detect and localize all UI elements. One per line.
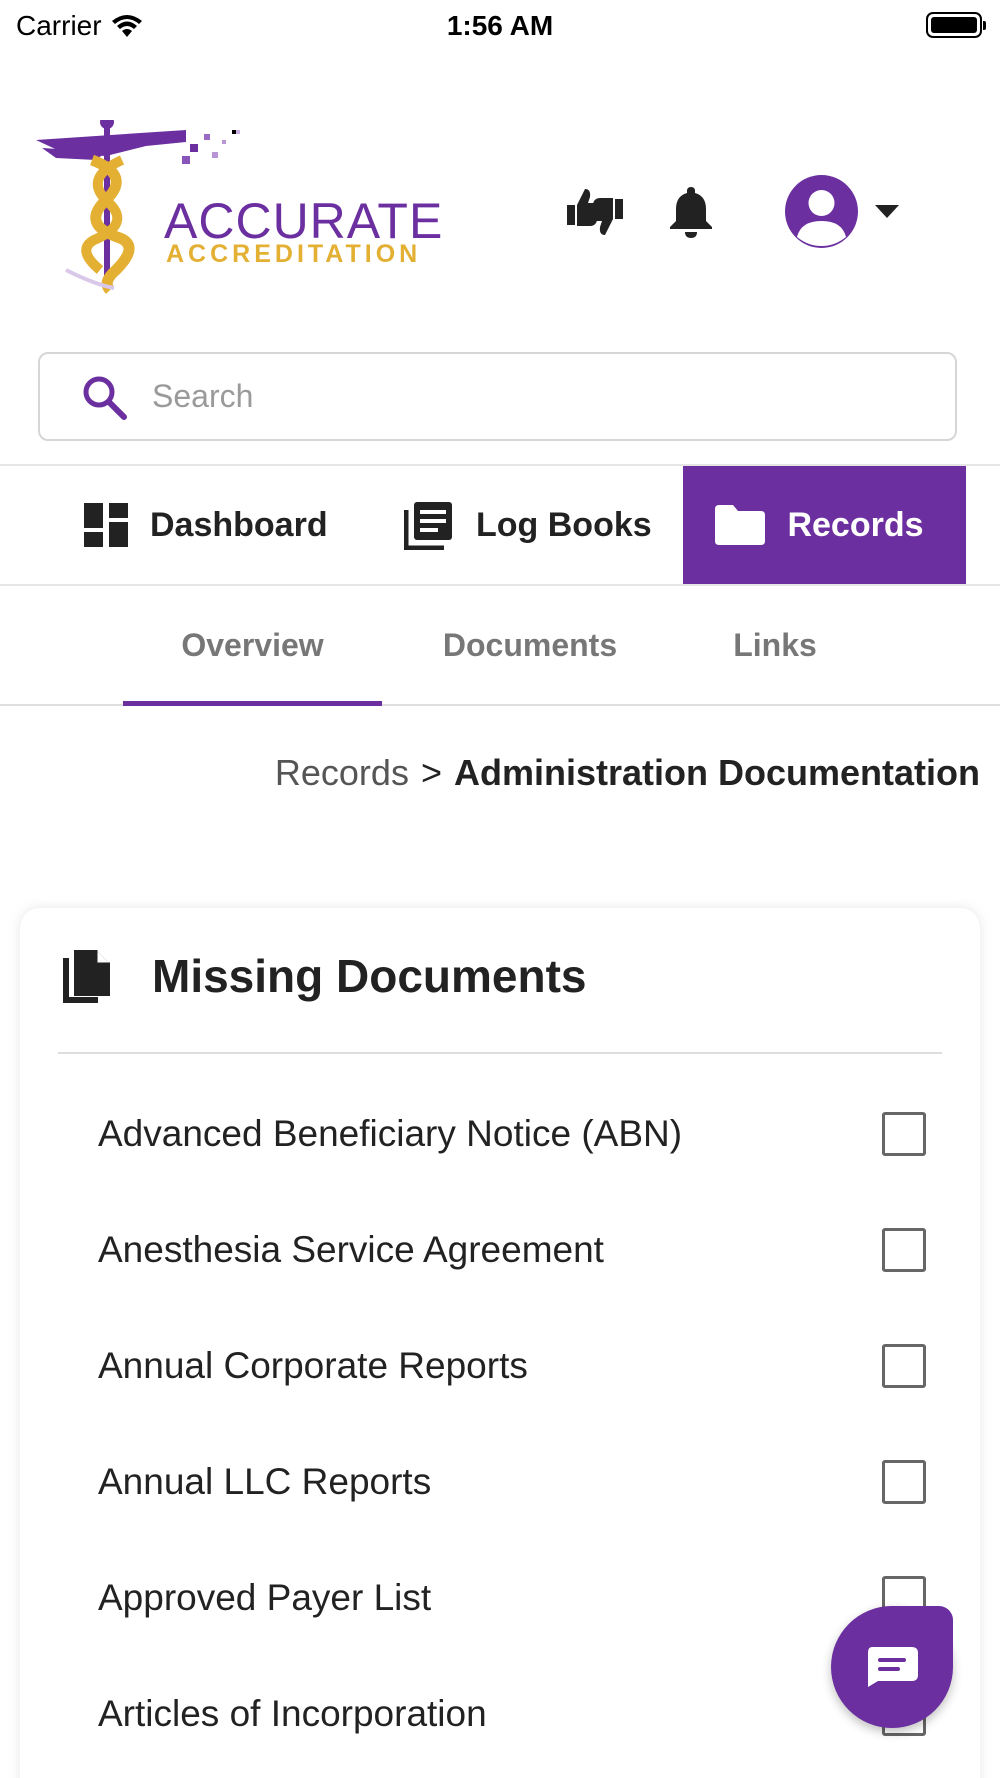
card-title: Missing Documents (152, 950, 587, 1002)
list-item: Advanced Beneficiary Notice (ABN) (98, 1076, 928, 1192)
account-menu-toggle[interactable] (872, 200, 902, 224)
chat-button[interactable] (831, 1606, 953, 1728)
status-time: 1:56 AM (446, 10, 554, 41)
document-checkbox[interactable] (882, 1112, 926, 1156)
list-item: Approved Payer List (98, 1540, 928, 1656)
avatar[interactable] (785, 175, 858, 248)
brand-name-bottom: ACCREDITATION (166, 240, 422, 268)
bell-icon (670, 187, 712, 238)
account-circle-icon (797, 190, 846, 246)
document-checkbox[interactable] (882, 1344, 926, 1388)
tab-overview[interactable]: Overview (123, 586, 382, 706)
search-icon (83, 376, 127, 420)
nav-item-label: Dashboard (150, 505, 328, 544)
sub-tabs: Overview Documents Links (0, 586, 1000, 706)
document-checkbox[interactable] (882, 1228, 926, 1272)
breadcrumb-separator: > (420, 752, 442, 793)
tab-documents[interactable]: Documents (420, 586, 640, 704)
card-header: Missing Documents (60, 948, 587, 1004)
log-books-icon (404, 502, 452, 550)
battery-icon (926, 12, 986, 38)
breadcrumb-current: Administration Documentation (453, 752, 980, 793)
document-label: Advanced Beneficiary Notice (ABN) (98, 1113, 683, 1154)
brand-logo: ACCURATE ACCREDITATION (36, 120, 442, 305)
nav-item-label: Records (787, 505, 924, 544)
notifications-button[interactable] (665, 182, 717, 242)
nav-item-records[interactable]: Records (683, 466, 966, 584)
document-label: Annual Corporate Reports (98, 1345, 528, 1386)
nav-item-dashboard[interactable]: Dashboard (84, 466, 328, 584)
chat-icon (868, 1647, 918, 1687)
status-bar: Carrier 1:56 AM (0, 0, 1000, 50)
tab-links[interactable]: Links (700, 586, 850, 704)
dashboard-icon (84, 503, 128, 547)
main-nav: Dashboard Log Books Records (0, 464, 1000, 586)
missing-documents-list: Advanced Beneficiary Notice (ABN) Anesth… (98, 1076, 928, 1772)
document-label: Approved Payer List (98, 1577, 432, 1618)
search-box[interactable] (38, 352, 957, 441)
nav-item-label: Log Books (476, 505, 652, 544)
documents-icon (63, 950, 110, 1003)
thumbs-up-down-icon (567, 189, 623, 235)
list-item: Annual LLC Reports (98, 1424, 928, 1540)
folder-icon (715, 505, 766, 545)
caret-down-icon (875, 205, 899, 218)
nav-item-log-books[interactable]: Log Books (404, 466, 652, 584)
document-label: Annual LLC Reports (98, 1461, 432, 1502)
breadcrumb: Records > Administration Documentation (275, 752, 980, 794)
search-input[interactable] (152, 378, 912, 415)
breadcrumb-root[interactable]: Records (275, 752, 409, 794)
document-label: Anesthesia Service Agreement (98, 1229, 604, 1270)
feedback-button[interactable] (560, 178, 630, 248)
document-checkbox[interactable] (882, 1460, 926, 1504)
card-divider (58, 1052, 942, 1054)
document-label: Articles of Incorporation (98, 1693, 487, 1734)
list-item: Articles of Incorporation (98, 1656, 928, 1772)
list-item: Anesthesia Service Agreement (98, 1192, 928, 1308)
list-item: Annual Corporate Reports (98, 1308, 928, 1424)
